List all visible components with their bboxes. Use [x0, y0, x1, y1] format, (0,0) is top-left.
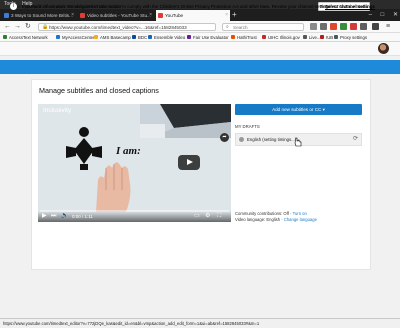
tab-video-subtitles[interactable]: Video subtitles - YouTube Stu... ×	[78, 10, 154, 21]
bookmark-item[interactable]: Fair Use Evaluator	[187, 33, 229, 41]
minimize-icon[interactable]: –	[369, 12, 372, 18]
turn-on-link[interactable]: Turn on	[293, 211, 307, 216]
page-title: Manage subtitles and closed captions	[39, 86, 159, 95]
sidebar-icon[interactable]	[320, 23, 327, 30]
next-icon[interactable]: ⏭	[51, 212, 56, 221]
extension-icon[interactable]	[340, 23, 347, 30]
bookmark-icon	[334, 35, 338, 39]
important-banner	[0, 60, 400, 74]
studio-notice-bar	[0, 42, 400, 56]
search-input[interactable]: ⌕ Search	[222, 23, 304, 31]
time-display: 0:00 / 1:11	[72, 214, 93, 219]
status-bar: https://www.youtube.com/timedtext_editor…	[0, 318, 400, 328]
close-tab-icon[interactable]: ×	[225, 10, 228, 21]
info-icon: i	[10, 3, 17, 10]
play-icon[interactable]: ▶	[42, 212, 47, 221]
video-overlay-text: I am:	[116, 145, 141, 157]
account-icon[interactable]	[372, 23, 379, 30]
maximize-icon[interactable]: □	[381, 12, 385, 18]
tab-label: YouTube	[165, 13, 184, 18]
extension-icon[interactable]	[330, 23, 337, 30]
lock-icon: 🔒	[42, 24, 49, 30]
select-channel-settings-link[interactable]: Select channel settings	[325, 3, 375, 11]
banner-text: Important: All creators are obligated to…	[22, 4, 332, 9]
play-button[interactable]	[178, 155, 200, 170]
draft-action-icon[interactable]: ⟳	[353, 135, 358, 143]
bookmark-icon	[3, 35, 7, 39]
draft-status-icon	[239, 137, 244, 142]
close-window-icon[interactable]: ✕	[393, 12, 398, 18]
tab-sound-british[interactable]: 3 Ways to Sound More Britis... ×	[2, 10, 76, 21]
bookmark-icon	[56, 35, 60, 39]
bookmark-icon	[148, 35, 152, 39]
address-bar[interactable]: 🔒 https://www.youtube.com/timedtext_vide…	[38, 23, 216, 31]
library-icon[interactable]	[310, 23, 317, 30]
bookmark-item[interactable]: Proxy settings	[334, 33, 367, 41]
bookmark-item[interactable]: Live...	[303, 33, 320, 41]
bookmark-icon	[303, 35, 307, 39]
tab-youtube[interactable]: YouTube ×	[156, 10, 230, 21]
search-icon: ⌕	[226, 24, 229, 30]
bookmark-icon	[132, 35, 136, 39]
tab-label: Video subtitles - YouTube Stu...	[87, 13, 151, 18]
add-subtitles-button[interactable]: Add new subtitles or CC ▾	[235, 104, 362, 115]
bookmark-item[interactable]: AccessText Network	[3, 33, 48, 41]
extension-icon[interactable]	[360, 23, 367, 30]
back-icon[interactable]: ←	[4, 22, 11, 32]
captions-icon[interactable]: ▭	[194, 212, 200, 221]
navigation-bar: ← → ↻ 🔒 https://www.youtube.com/timedtex…	[0, 21, 400, 33]
bookmark-icon	[262, 35, 266, 39]
bookmark-icon	[231, 35, 235, 39]
url-text: https://www.youtube.com/timedtext_video?…	[49, 25, 187, 30]
bookmark-item[interactable]: MyAccessCenter	[56, 33, 94, 41]
bookmark-item[interactable]: UIHC Illinois.gov	[262, 33, 300, 41]
forward-icon[interactable]: →	[14, 22, 21, 32]
youtube-favicon-icon	[80, 13, 85, 18]
laptop-image	[140, 104, 231, 138]
close-tab-icon[interactable]: ×	[71, 10, 74, 21]
bookmark-icon	[94, 35, 98, 39]
video-language-text: Video language: English · Change languag…	[235, 217, 317, 222]
youtube-favicon-icon	[158, 13, 163, 18]
bookmark-icon	[320, 35, 324, 39]
volume-icon[interactable]: 🔈	[61, 212, 68, 221]
settings-gear-icon[interactable]: ⚙	[205, 212, 210, 221]
bookmark-item[interactable]: IUB	[320, 33, 333, 41]
change-language-link[interactable]: Change language	[284, 217, 317, 222]
bookmark-item[interactable]: HathiTrust	[231, 33, 257, 41]
extension-icon[interactable]	[350, 23, 357, 30]
bookmark-item[interactable]: Ensemble Video	[148, 33, 185, 41]
browser-window: Tools Help 3 Ways to Sound More Britis..…	[0, 0, 400, 328]
bookmark-item[interactable]: BDC	[132, 33, 147, 41]
close-tab-icon[interactable]: ×	[149, 10, 152, 21]
hamburger-menu-icon[interactable]: ≡	[386, 22, 390, 32]
drafts-heading: MY DRAFTS	[235, 124, 260, 129]
avatar[interactable]	[378, 43, 389, 54]
tab-label: 3 Ways to Sound More Britis...	[11, 13, 73, 18]
draft-label[interactable]: English (setting timings...)	[247, 136, 296, 143]
tab-favicon-icon	[4, 13, 9, 18]
reload-icon[interactable]: ↻	[25, 22, 31, 32]
hand-cursor-icon	[294, 137, 302, 147]
bookmark-item[interactable]: AMS Basecamp	[94, 33, 131, 41]
hand-image	[96, 162, 131, 212]
bookmark-icon	[187, 35, 191, 39]
share-icon[interactable]: ➦	[220, 133, 229, 142]
video-title: Inclusivity	[43, 107, 72, 114]
search-placeholder: Search	[233, 25, 248, 30]
bookmarks-toolbar: AccessText Network MyAccessCenter AMS Ba…	[0, 33, 400, 42]
fullscreen-icon[interactable]: ⛶	[217, 212, 221, 221]
